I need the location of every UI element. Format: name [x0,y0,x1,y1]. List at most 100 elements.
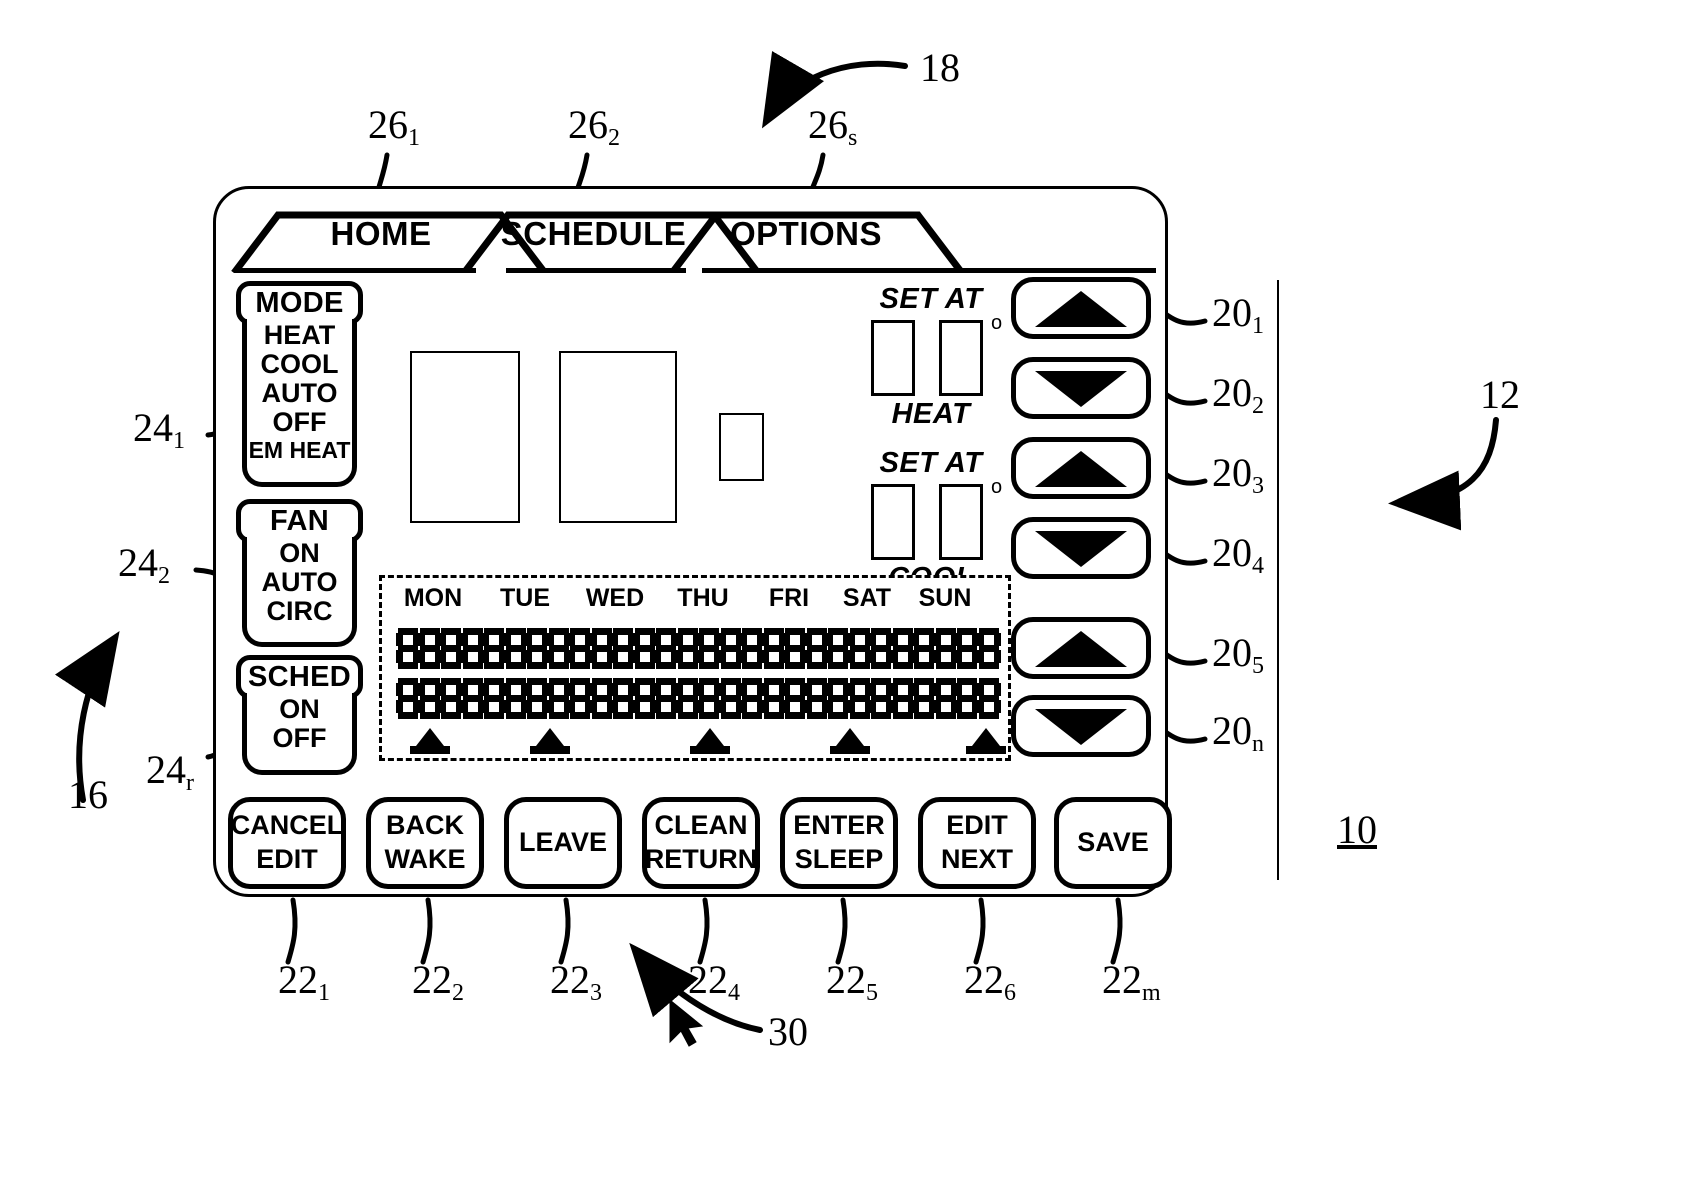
mouse-cursor [669,998,704,1047]
softkey-line1: CLEAN [654,810,748,841]
fan-option-circ[interactable]: CIRC [267,597,333,626]
seven-segment-digit [568,678,592,720]
tab-schedule[interactable]: SCHEDULE [481,203,706,259]
softkey-clean-return[interactable]: CLEAN RETURN [642,797,760,889]
schedule-marker-1[interactable] [410,728,450,754]
softkey-back-wake[interactable]: BACK WAKE [366,797,484,889]
seven-segment-digit [675,678,700,720]
softkey-line2: LEAVE [518,827,607,858]
callout-26-1: 261 [368,102,420,151]
callout-24-2: 242 [118,540,170,589]
seven-segment-digit [417,628,442,670]
setpoint-heat-digit-2[interactable] [939,320,983,396]
seven-segment-digit [611,678,635,720]
arrow-key-down-n[interactable] [1011,695,1151,757]
seven-segment-digit [611,628,635,670]
callout-20-1: 201 [1212,290,1264,339]
setpoint-heat-digit-1[interactable] [871,320,915,396]
schedule-marker-2[interactable] [530,728,570,754]
day-label-tue: TUE [500,584,550,612]
seven-segment-digit [826,628,850,670]
callout-24-1: 241 [133,405,185,454]
tab-options[interactable]: OPTIONS [686,203,926,259]
seven-segment-digit [568,628,592,670]
schedule-display: MON TUE WED THU FRI SAT SUN [379,575,1011,761]
setpoint-cool: SET AT o COOL [851,447,1011,595]
day-label-wed: WED [585,584,645,612]
softkey-line1: CANCEL [230,810,344,841]
callout-22-5: 225 [826,957,878,1006]
blank-field-40-3 [719,413,764,481]
seven-segment-digit [396,628,420,670]
callout-20-3: 203 [1212,450,1264,499]
mode-option-em-heat[interactable]: EM HEAT [249,437,351,463]
triangle-up-icon [1035,631,1127,667]
setpoint-cool-digit-2[interactable] [939,484,983,560]
softkey-cancel-edit[interactable]: CANCEL EDIT [228,797,346,889]
softkey-line2: SAVE [1077,827,1149,858]
seven-segment-digit [804,678,829,720]
blank-field-40u [410,351,520,523]
mode-option-heat[interactable]: HEAT [264,320,336,350]
seven-segment-digit [482,678,506,720]
callout-20-5: 205 [1212,630,1264,679]
softkey-line2: WAKE [384,844,466,874]
tab-schedule-label: SCHEDULE [500,215,687,252]
mode-option-off[interactable]: OFF [273,408,327,437]
sched-options-list: ON OFF [242,693,357,775]
segment-row-1 [382,628,1008,672]
seven-segment-digit [869,678,893,720]
callout-22-6: 226 [964,957,1016,1006]
seven-segment-digit [804,628,829,670]
seven-segment-digit [869,628,893,670]
softkey-edit-next[interactable]: EDIT NEXT [918,797,1036,889]
seven-segment-digit [697,678,721,720]
tab-bar: HOME SCHEDULE OPTIONS [216,189,1171,276]
triangle-down-icon [1035,371,1127,407]
callout-22-m: 22m [1102,957,1161,1006]
seven-segment-digit [847,628,872,670]
fan-options-list: ON AUTO CIRC [242,537,357,647]
patent-figure: 18 261 262 26s 12 10 16 30 30 32 34 241 … [0,0,1694,1186]
softkey-leave[interactable]: LEAVE [504,797,622,889]
setpoint-cool-caption: SET AT [879,447,983,479]
seven-segment-digit [589,628,614,670]
seven-segment-digit [912,628,936,670]
sched-option-off[interactable]: OFF [273,723,327,753]
seven-segment-digit [783,628,807,670]
seven-segment-digit [589,678,614,720]
day-label-sat: SAT [842,584,892,612]
seven-segment-digit [890,678,915,720]
seven-segment-digit [955,678,979,720]
softkey-enter-sleep[interactable]: ENTER SLEEP [780,797,898,889]
seven-segment-digit [697,628,721,670]
schedule-marker-t[interactable] [966,728,1006,754]
schedule-marker-4[interactable] [830,728,870,754]
seven-segment-digit [976,628,1001,670]
day-label-mon: MON [403,584,463,612]
sched-option-on[interactable]: ON [279,694,320,724]
setpoint-heat-digits: o [851,312,1011,396]
arrow-key-down-2[interactable] [1011,357,1151,419]
seven-segment-digit [783,678,807,720]
seven-segment-digit [460,678,485,720]
setpoint-cool-digit-1[interactable] [871,484,915,560]
tab-home[interactable]: HOME [261,203,501,259]
arrow-key-up-1[interactable] [1011,277,1151,339]
fan-option-on[interactable]: ON [279,538,320,568]
seven-segment-digit [525,628,549,670]
mode-option-cool[interactable]: COOL [261,349,339,379]
seven-segment-digit [912,678,936,720]
mode-option-auto[interactable]: AUTO [261,379,337,408]
callout-14: 30 [768,1009,808,1054]
fan-option-auto[interactable]: AUTO [261,567,337,597]
triangle-up-icon [1035,291,1127,327]
arrow-key-down-4[interactable] [1011,517,1151,579]
seven-segment-digit [439,678,463,720]
sched-button-label: SCHED [247,660,351,693]
softkey-save[interactable]: SAVE [1054,797,1172,889]
schedule-marker-3[interactable] [690,728,730,754]
arrow-key-up-3[interactable] [1011,437,1151,499]
setpoint-cool-digits: o [851,476,1011,560]
arrow-key-up-5[interactable] [1011,617,1151,679]
